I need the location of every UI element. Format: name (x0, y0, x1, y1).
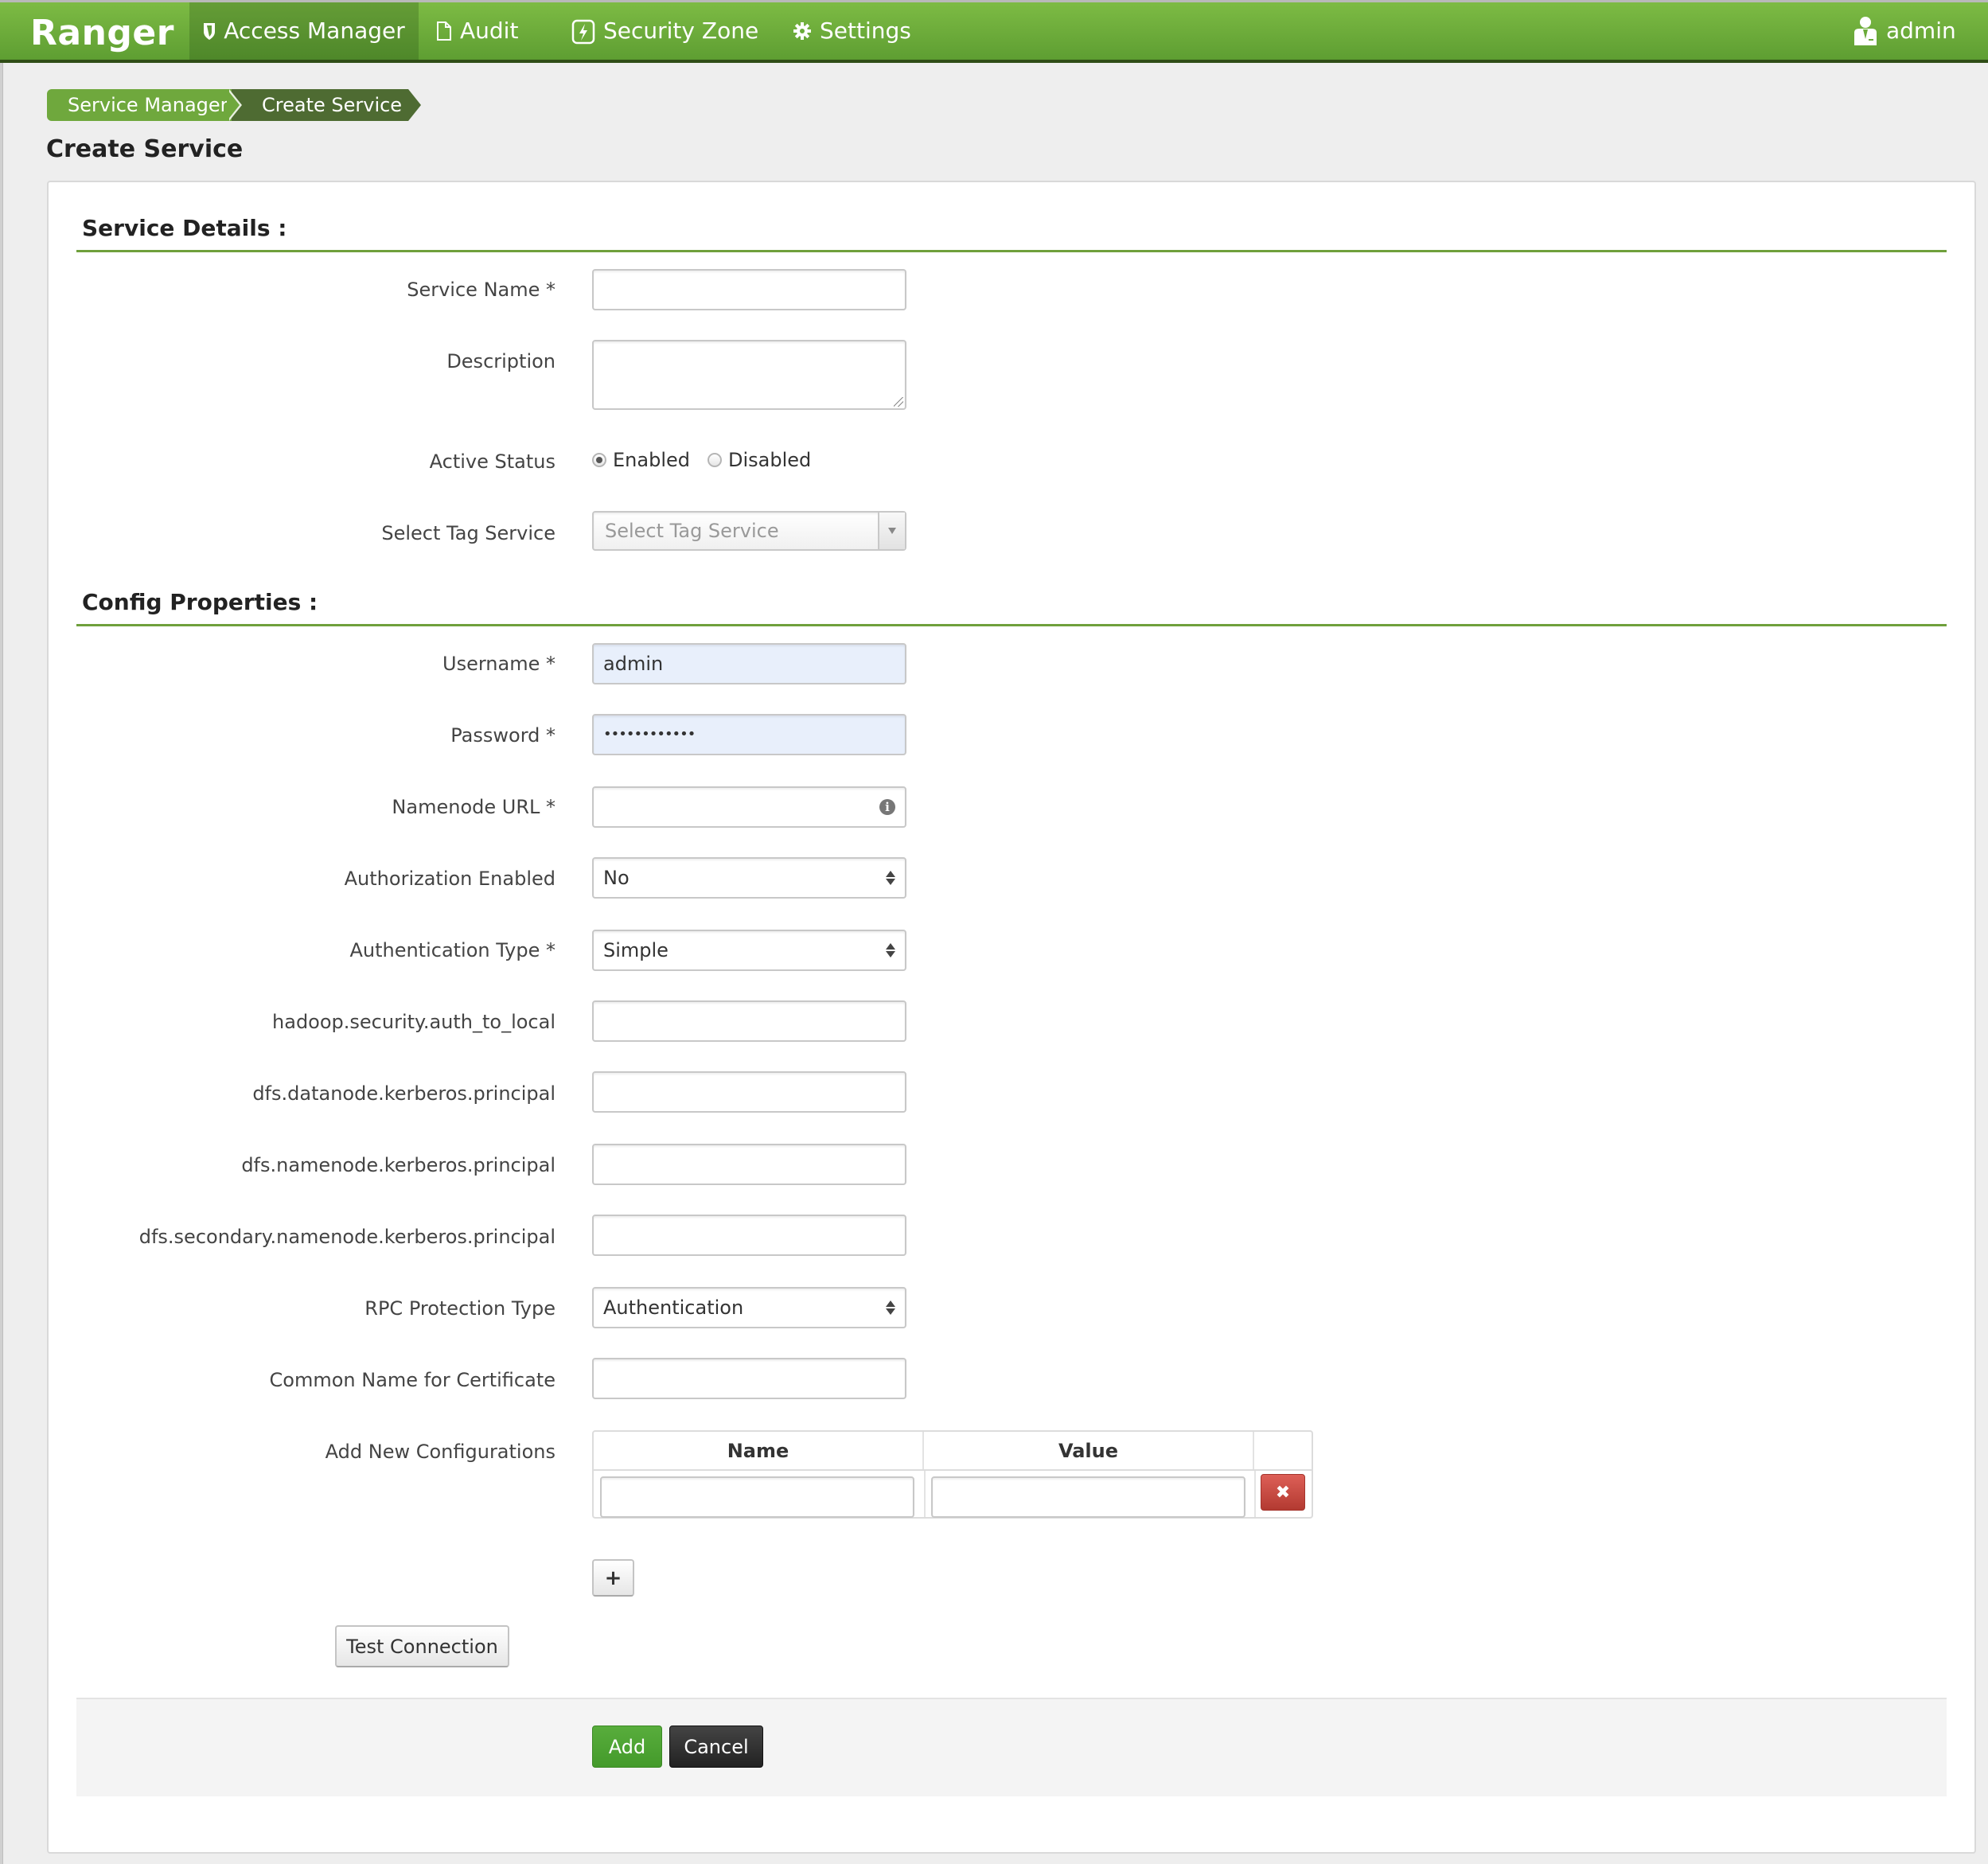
label-rpc-protection: RPC Protection Type (364, 1297, 555, 1320)
active-status-radio-group: Enabled Disabled (592, 449, 822, 471)
namenode-url-input[interactable]: i (592, 786, 906, 828)
authorization-enabled-value: No (603, 867, 630, 889)
lightning-icon (571, 18, 595, 45)
description-wrapper (592, 340, 906, 410)
authentication-type-value: Simple (603, 939, 669, 961)
radio-enabled-label[interactable]: Enabled (613, 449, 690, 471)
label-service-name: Service Name * (407, 279, 555, 301)
service-name-input[interactable] (592, 269, 906, 310)
nav-label: Access Manager (224, 18, 405, 44)
nav-settings[interactable]: Settings (793, 2, 911, 60)
cancel-button[interactable]: Cancel (669, 1726, 763, 1768)
label-active-status: Active Status (429, 450, 555, 473)
datanode-principal-input[interactable] (592, 1071, 906, 1113)
label-new-configurations: Add New Configurations (325, 1441, 555, 1463)
breadcrumb-arrow (227, 89, 240, 121)
user-name: admin (1886, 18, 1956, 44)
test-connection-button[interactable]: Test Connection (335, 1625, 509, 1667)
namenode-principal-input[interactable] (592, 1144, 906, 1185)
shield-icon (203, 21, 216, 41)
page-title: Create Service (46, 135, 244, 163)
plus-icon: + (604, 1566, 622, 1590)
nav-label: Settings (820, 18, 911, 44)
close-icon: ✖ (1275, 1482, 1291, 1503)
radio-disabled-label[interactable]: Disabled (728, 449, 811, 471)
resize-grip-icon[interactable] (894, 397, 903, 407)
cell-divider (1254, 1471, 1256, 1517)
add-config-row-button[interactable]: + (592, 1559, 634, 1597)
cell-divider (924, 1471, 926, 1517)
info-icon[interactable]: i (879, 799, 895, 815)
background-window-edge (0, 0, 3, 1864)
label-common-name-cert: Common Name for Certificate (269, 1369, 555, 1391)
label-authentication-type: Authentication Type * (349, 939, 555, 961)
authorization-enabled-select[interactable]: No (592, 857, 906, 899)
top-navbar: Ranger Access Manager Audit Security Zon… (0, 0, 1988, 63)
authentication-type-select[interactable]: Simple (592, 930, 906, 971)
breadcrumb-arrow (408, 89, 421, 121)
section-title-config-properties: Config Properties : (82, 589, 318, 615)
label-namenode-url: Namenode URL * (392, 796, 555, 818)
rpc-protection-select[interactable]: Authentication (592, 1287, 906, 1328)
label-secondary-namenode-principal: dfs.secondary.namenode.kerberos.principa… (138, 1226, 555, 1248)
column-header-name: Name (594, 1432, 924, 1470)
nav-security-zone[interactable]: Security Zone (571, 2, 758, 60)
new-config-table: Name Value ✖ (592, 1430, 1313, 1519)
label-description: Description (446, 350, 555, 372)
select-updown-icon (886, 871, 895, 885)
select-updown-icon (886, 943, 895, 957)
file-icon (436, 21, 452, 41)
nav-access-manager[interactable]: Access Manager (189, 2, 419, 60)
label-tag-service: Select Tag Service (381, 522, 555, 544)
label-username: Username * (442, 653, 555, 675)
delete-config-row-button[interactable]: ✖ (1261, 1474, 1305, 1511)
secondary-namenode-principal-input[interactable] (592, 1215, 906, 1256)
nav-label: Security Zone (603, 18, 759, 44)
user-icon (1853, 15, 1878, 47)
label-password: Password * (450, 724, 555, 747)
breadcrumb-service-manager[interactable]: Service Manager (47, 89, 238, 121)
user-menu[interactable]: admin (1853, 2, 1956, 60)
username-input[interactable] (592, 643, 906, 684)
select-updown-icon (886, 1301, 895, 1315)
nav-audit[interactable]: Audit (436, 2, 518, 60)
common-name-cert-input[interactable] (592, 1358, 906, 1399)
column-header-value: Value (924, 1432, 1254, 1470)
auth-to-local-input[interactable] (592, 1000, 906, 1042)
config-value-input[interactable] (931, 1476, 1245, 1518)
tag-service-placeholder: Select Tag Service (605, 520, 779, 542)
nav-label: Audit (460, 18, 519, 44)
radio-disabled[interactable] (707, 453, 722, 467)
breadcrumb-create-service: Create Service (232, 89, 408, 121)
radio-enabled[interactable] (592, 453, 606, 467)
label-datanode-principal: dfs.datanode.kerberos.principal (252, 1082, 555, 1105)
column-header-action (1254, 1432, 1312, 1470)
tag-service-select[interactable]: Select Tag Service (592, 511, 906, 551)
password-input[interactable]: •••••••••••• (592, 714, 906, 755)
gear-icon (793, 21, 812, 41)
config-name-input[interactable] (600, 1476, 914, 1518)
section-title-service-details: Service Details : (82, 215, 287, 241)
rpc-protection-value: Authentication (603, 1297, 744, 1319)
section-divider (76, 624, 1947, 626)
form-actions-footer (76, 1698, 1947, 1796)
add-button[interactable]: Add (592, 1726, 662, 1768)
label-authorization-enabled: Authorization Enabled (344, 868, 555, 890)
label-namenode-principal: dfs.namenode.kerberos.principal (241, 1154, 555, 1176)
description-textarea[interactable] (592, 340, 906, 410)
section-divider (76, 250, 1947, 252)
brand-logo[interactable]: Ranger (30, 7, 174, 60)
label-auth-to-local: hadoop.security.auth_to_local (272, 1011, 555, 1033)
dropdown-arrow-icon[interactable] (878, 513, 905, 549)
row-divider (594, 1469, 1312, 1471)
